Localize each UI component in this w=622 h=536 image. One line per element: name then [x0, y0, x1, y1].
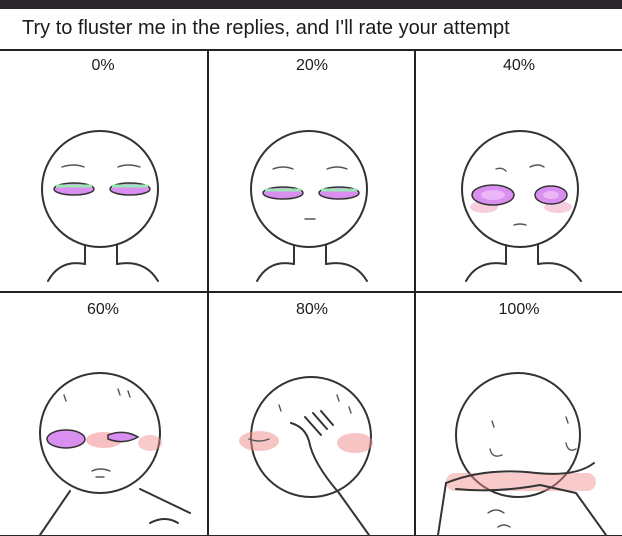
character-drawing [41, 130, 159, 282]
panel-60-percent: 60% [0, 293, 206, 536]
panel-20-percent: 20% [209, 49, 415, 292]
panel-40-percent: 40% [416, 49, 622, 292]
meme-caption: Try to fluster me in the replies, and I'… [22, 17, 510, 39]
panel-100-percent: 100% [416, 293, 622, 536]
rating-grid: 0% 20% 40% 60% 80% 100% [0, 49, 622, 536]
character-drawing [461, 130, 582, 282]
meme-image: Try to fluster me in the replies, and I'… [0, 9, 622, 536]
character-drawing [239, 376, 373, 536]
character-drawing [250, 130, 368, 282]
character-drawing [437, 372, 607, 536]
character-drawing [39, 372, 191, 536]
panel-0-percent: 0% [0, 49, 206, 292]
panel-80-percent: 80% [209, 293, 415, 536]
